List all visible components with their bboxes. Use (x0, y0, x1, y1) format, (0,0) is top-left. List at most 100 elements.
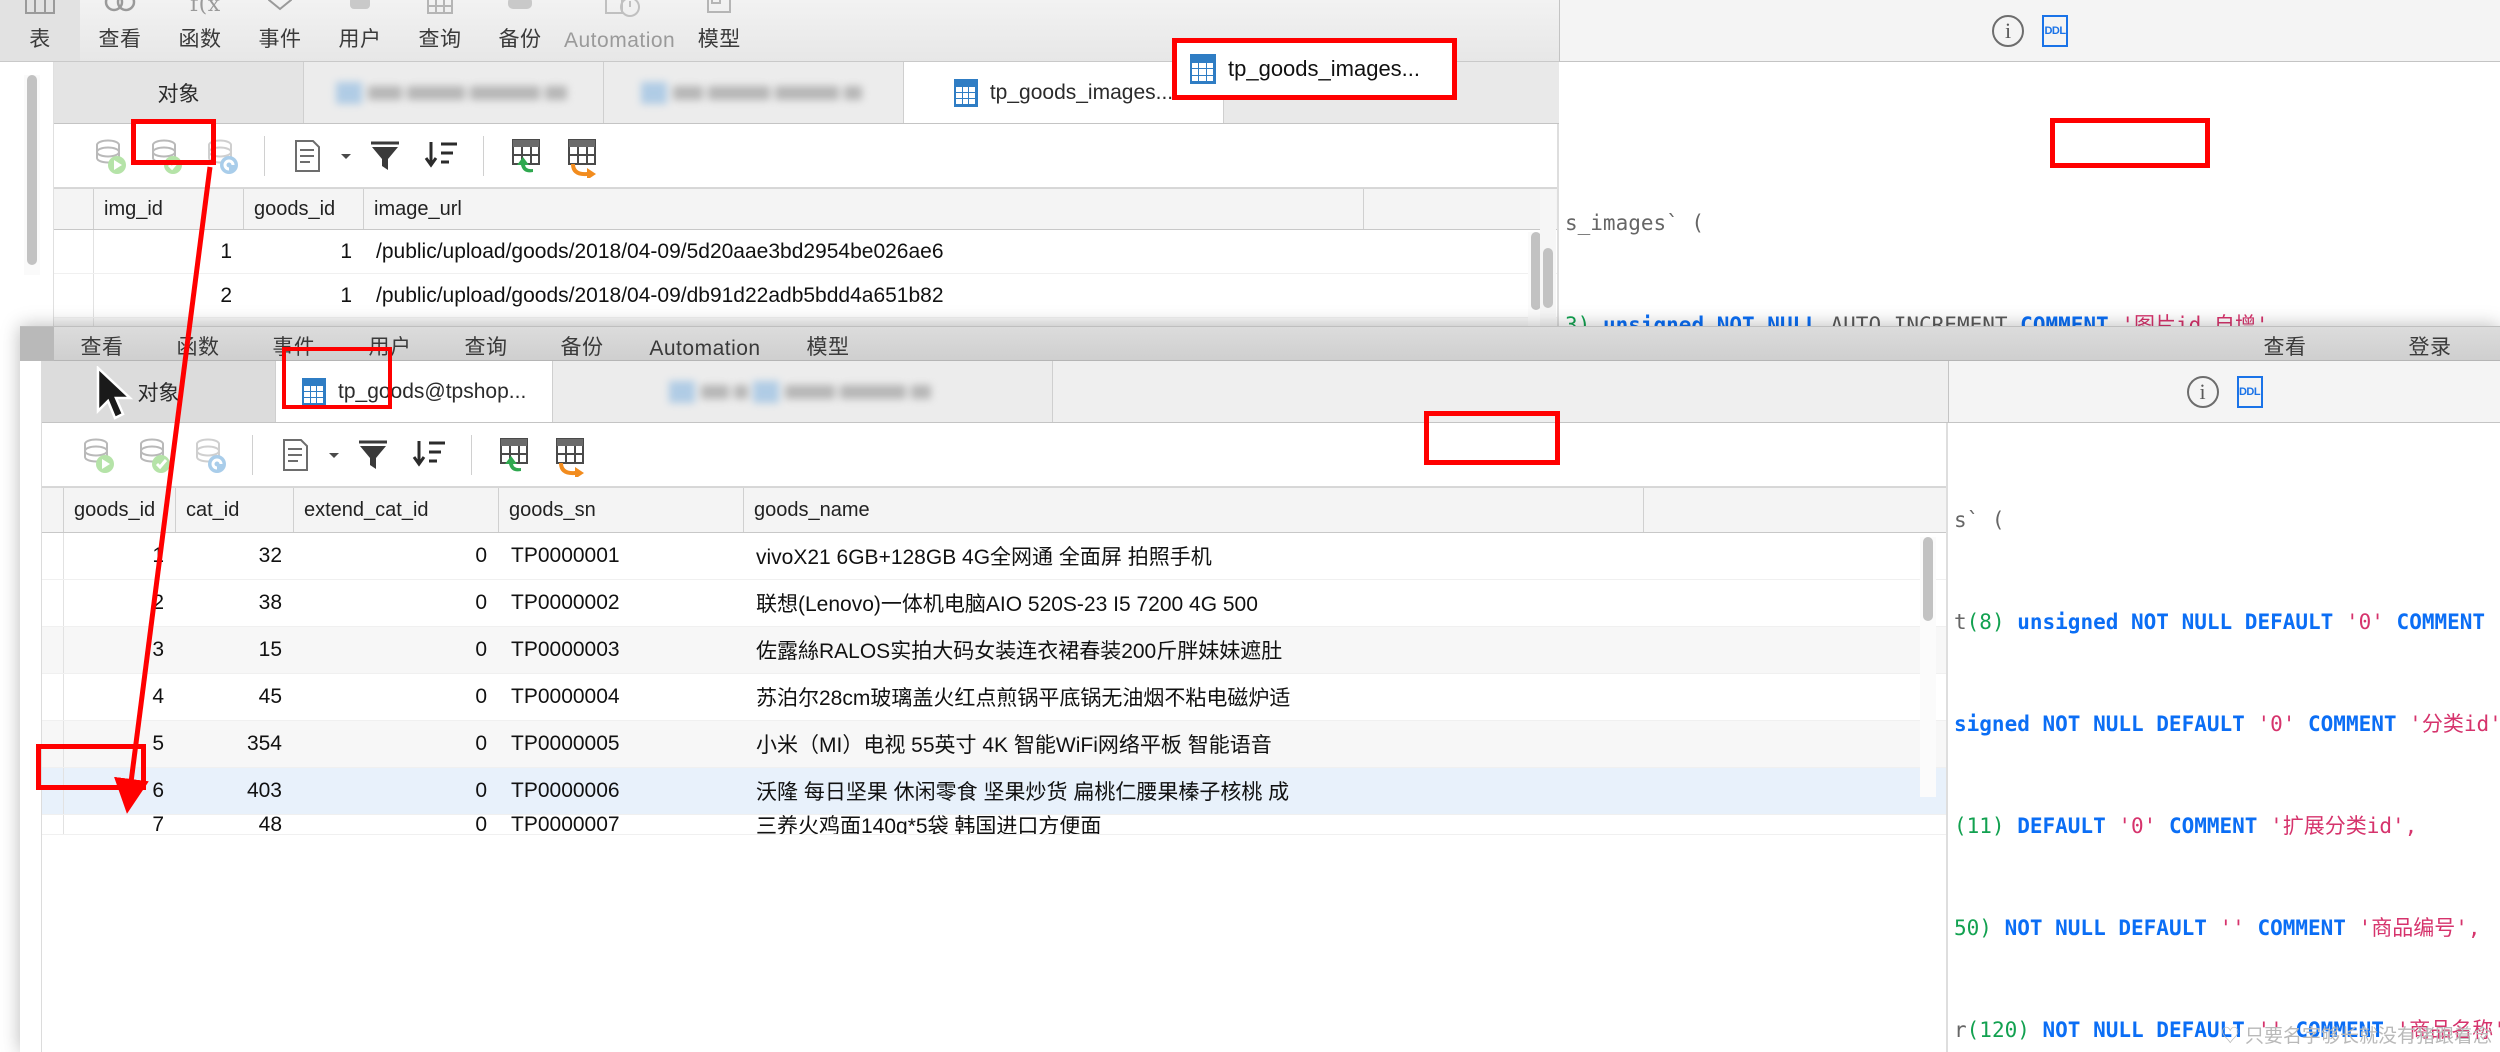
cell-cat-id[interactable]: 48 (176, 815, 294, 834)
bottom-splitter[interactable] (1946, 423, 1948, 1052)
menu-item-table[interactable]: 表 (0, 0, 80, 61)
tab-tp-goods[interactable]: tp_goods@tpshop... (276, 361, 554, 422)
import-wizard-icon[interactable] (486, 431, 542, 479)
cell-goods-id[interactable]: 2 (64, 580, 176, 626)
cell-goods-id[interactable]: 1 (244, 274, 364, 317)
bottom-menu-item-model[interactable]: 模型 (780, 327, 876, 361)
cell-goods-id[interactable]: 7 (64, 815, 176, 834)
table-row[interactable]: 6 403 0 TP0000006 沃隆 每日坚果 休闲零食 坚果炒货 扁桃仁腰… (42, 768, 1948, 815)
tab-object[interactable]: 对象 (54, 62, 304, 123)
bottom-menu-item-function[interactable]: 函数 (150, 327, 246, 361)
cell-cat-id[interactable]: 32 (176, 533, 294, 579)
cell-extend-cat-id[interactable]: 0 (294, 768, 499, 814)
cell-extend-cat-id[interactable]: 0 (294, 721, 499, 767)
cell-image-url[interactable]: /public/upload/goods/2018/04-09/db91d22a… (364, 274, 1364, 317)
bottom-menu-item-backup[interactable]: 备份 (534, 327, 630, 361)
column-header-img-id[interactable]: img_id (94, 189, 244, 229)
begin-transaction-icon[interactable] (82, 132, 138, 180)
cell-cat-id[interactable]: 38 (176, 580, 294, 626)
column-header-goods-name[interactable]: goods_name (744, 488, 1644, 532)
import-wizard-icon[interactable] (498, 132, 554, 180)
table-row-partial[interactable]: 7 48 0 TP0000007 三养火鸡面140g*5袋 韩国进口方便面 (42, 815, 1948, 835)
cell-goods-sn[interactable]: TP0000003 (499, 627, 744, 673)
cell-extend-cat-id[interactable]: 0 (294, 627, 499, 673)
cell-goods-sn[interactable]: TP0000004 (499, 674, 744, 720)
sort-icon[interactable] (413, 132, 469, 180)
cell-cat-id[interactable]: 354 (176, 721, 294, 767)
cell-cat-id[interactable]: 45 (176, 674, 294, 720)
cell-goods-sn[interactable]: TP0000002 (499, 580, 744, 626)
info-icon[interactable]: i (1992, 14, 2024, 47)
cell-goods-name[interactable]: vivoX21 6GB+128GB 4G全网通 全面屏 拍照手机 (744, 533, 1644, 579)
cell-goods-name[interactable]: 小米（MI）电视 55英寸 4K 智能WiFi网络平板 智能语音 (744, 721, 1644, 767)
tab-blurred-2[interactable] (604, 62, 904, 123)
bottom-menu-item-login[interactable]: 登录 (2360, 327, 2500, 361)
cell-goods-sn[interactable]: TP0000001 (499, 533, 744, 579)
menu-item-backup[interactable]: 备份 (480, 0, 560, 61)
cell-extend-cat-id[interactable]: 0 (294, 815, 499, 834)
bottom-menu-item-user[interactable]: 用户 (342, 327, 438, 361)
table-row[interactable]: 2 38 0 TP0000002 联想(Lenovo)一体机电脑AIO 520S… (42, 580, 1948, 627)
menu-item-event[interactable]: 事件 (240, 0, 320, 61)
sort-icon[interactable] (401, 431, 457, 479)
bottom-menu-item-automation[interactable]: Automation (630, 327, 780, 361)
cell-goods-name[interactable]: 三养火鸡面140g*5袋 韩国进口方便面 (744, 815, 1644, 834)
filter-icon[interactable] (357, 132, 413, 180)
tab-object[interactable]: 对象 (42, 361, 276, 422)
cell-cat-id[interactable]: 403 (176, 768, 294, 814)
menu-item-model[interactable]: 模型 (679, 0, 759, 61)
cell-goods-name[interactable]: 佐露絲RALOS实拍大码女装连衣裙春装200斤胖妹妹遮肚 (744, 627, 1644, 673)
cell-goods-id[interactable]: 3 (64, 627, 176, 673)
cell-goods-sn[interactable]: TP0000005 (499, 721, 744, 767)
tab-blurred-3[interactable] (553, 361, 1054, 422)
cell-goods-id[interactable]: 1 (64, 533, 176, 579)
cell-extend-cat-id[interactable]: 0 (294, 580, 499, 626)
bottom-grid-scrollbar[interactable] (1920, 537, 1936, 797)
commit-icon[interactable] (126, 431, 182, 479)
cell-goods-name[interactable]: 沃隆 每日坚果 休闲零食 坚果炒货 扁桃仁腰果榛子核桃 成 (744, 768, 1644, 814)
table-row[interactable]: 3 15 0 TP0000003 佐露絲RALOS实拍大码女装连衣裙春装200斤… (42, 627, 1948, 674)
cell-img-id[interactable]: 2 (94, 274, 244, 317)
cell-goods-id[interactable]: 4 (64, 674, 176, 720)
cell-goods-id[interactable]: 5 (64, 721, 176, 767)
chevron-down-icon[interactable] (323, 431, 345, 479)
rollback-icon[interactable] (182, 431, 238, 479)
cell-goods-name[interactable]: 苏泊尔28cm玻璃盖火红点煎锅平底锅无油烟不粘电磁炉适 (744, 674, 1644, 720)
table-row[interactable]: 1 1 /public/upload/goods/2018/04-09/5d20… (54, 230, 1559, 274)
cell-goods-id[interactable]: 1 (244, 230, 364, 273)
column-header-image-url[interactable]: image_url (364, 189, 1364, 229)
menu-item-automation[interactable]: Automation (560, 0, 679, 61)
cell-cat-id[interactable]: 15 (176, 627, 294, 673)
cell-goods-sn[interactable]: TP0000007 (499, 815, 744, 834)
bottom-menu-item-event[interactable]: 事件 (246, 327, 342, 361)
ddl-icon[interactable]: DDL (2236, 375, 2263, 408)
menu-item-function[interactable]: f(x) 函数 (160, 0, 240, 61)
cell-goods-id[interactable]: 6 (64, 768, 176, 814)
bottom-ddl-pane[interactable]: s` ( t(8) unsigned NOT NULL DEFAULT '0' … (1954, 427, 2500, 1052)
menu-item-query[interactable]: 查询 (400, 0, 480, 61)
cell-image-url[interactable]: /public/upload/goods/2018/04-09/5d20aae3… (364, 230, 1364, 273)
cell-extend-cat-id[interactable]: 0 (294, 674, 499, 720)
column-header-goods-sn[interactable]: goods_sn (499, 488, 744, 532)
rollback-icon[interactable] (194, 132, 250, 180)
column-header-cat-id[interactable]: cat_id (176, 488, 294, 532)
sidebar-scrollbar[interactable] (24, 75, 40, 275)
table-row[interactable]: 2 1 /public/upload/goods/2018/04-09/db91… (54, 274, 1559, 318)
tab-blurred-1[interactable] (304, 62, 604, 123)
cell-extend-cat-id[interactable]: 0 (294, 533, 499, 579)
chevron-down-icon[interactable] (335, 132, 357, 180)
export-wizard-icon[interactable] (554, 132, 610, 180)
filter-icon[interactable] (345, 431, 401, 479)
table-row[interactable]: 1 32 0 TP0000001 vivoX21 6GB+128GB 4G全网通… (42, 533, 1948, 580)
menu-item-view[interactable]: 查看 (80, 0, 160, 61)
info-icon[interactable]: i (2186, 375, 2219, 408)
column-header-goods-id[interactable]: goods_id (64, 488, 176, 532)
bottom-menu-item-query[interactable]: 查询 (438, 327, 534, 361)
cell-img-id[interactable]: 1 (94, 230, 244, 273)
commit-icon[interactable] (138, 132, 194, 180)
note-icon[interactable] (267, 431, 323, 479)
table-row[interactable]: 5 354 0 TP0000005 小米（MI）电视 55英寸 4K 智能WiF… (42, 721, 1948, 768)
bottom-menu-first-block[interactable] (20, 327, 54, 361)
ddl-icon[interactable]: DDL (2042, 14, 2068, 47)
cell-goods-name[interactable]: 联想(Lenovo)一体机电脑AIO 520S-23 I5 7200 4G 50… (744, 580, 1644, 626)
